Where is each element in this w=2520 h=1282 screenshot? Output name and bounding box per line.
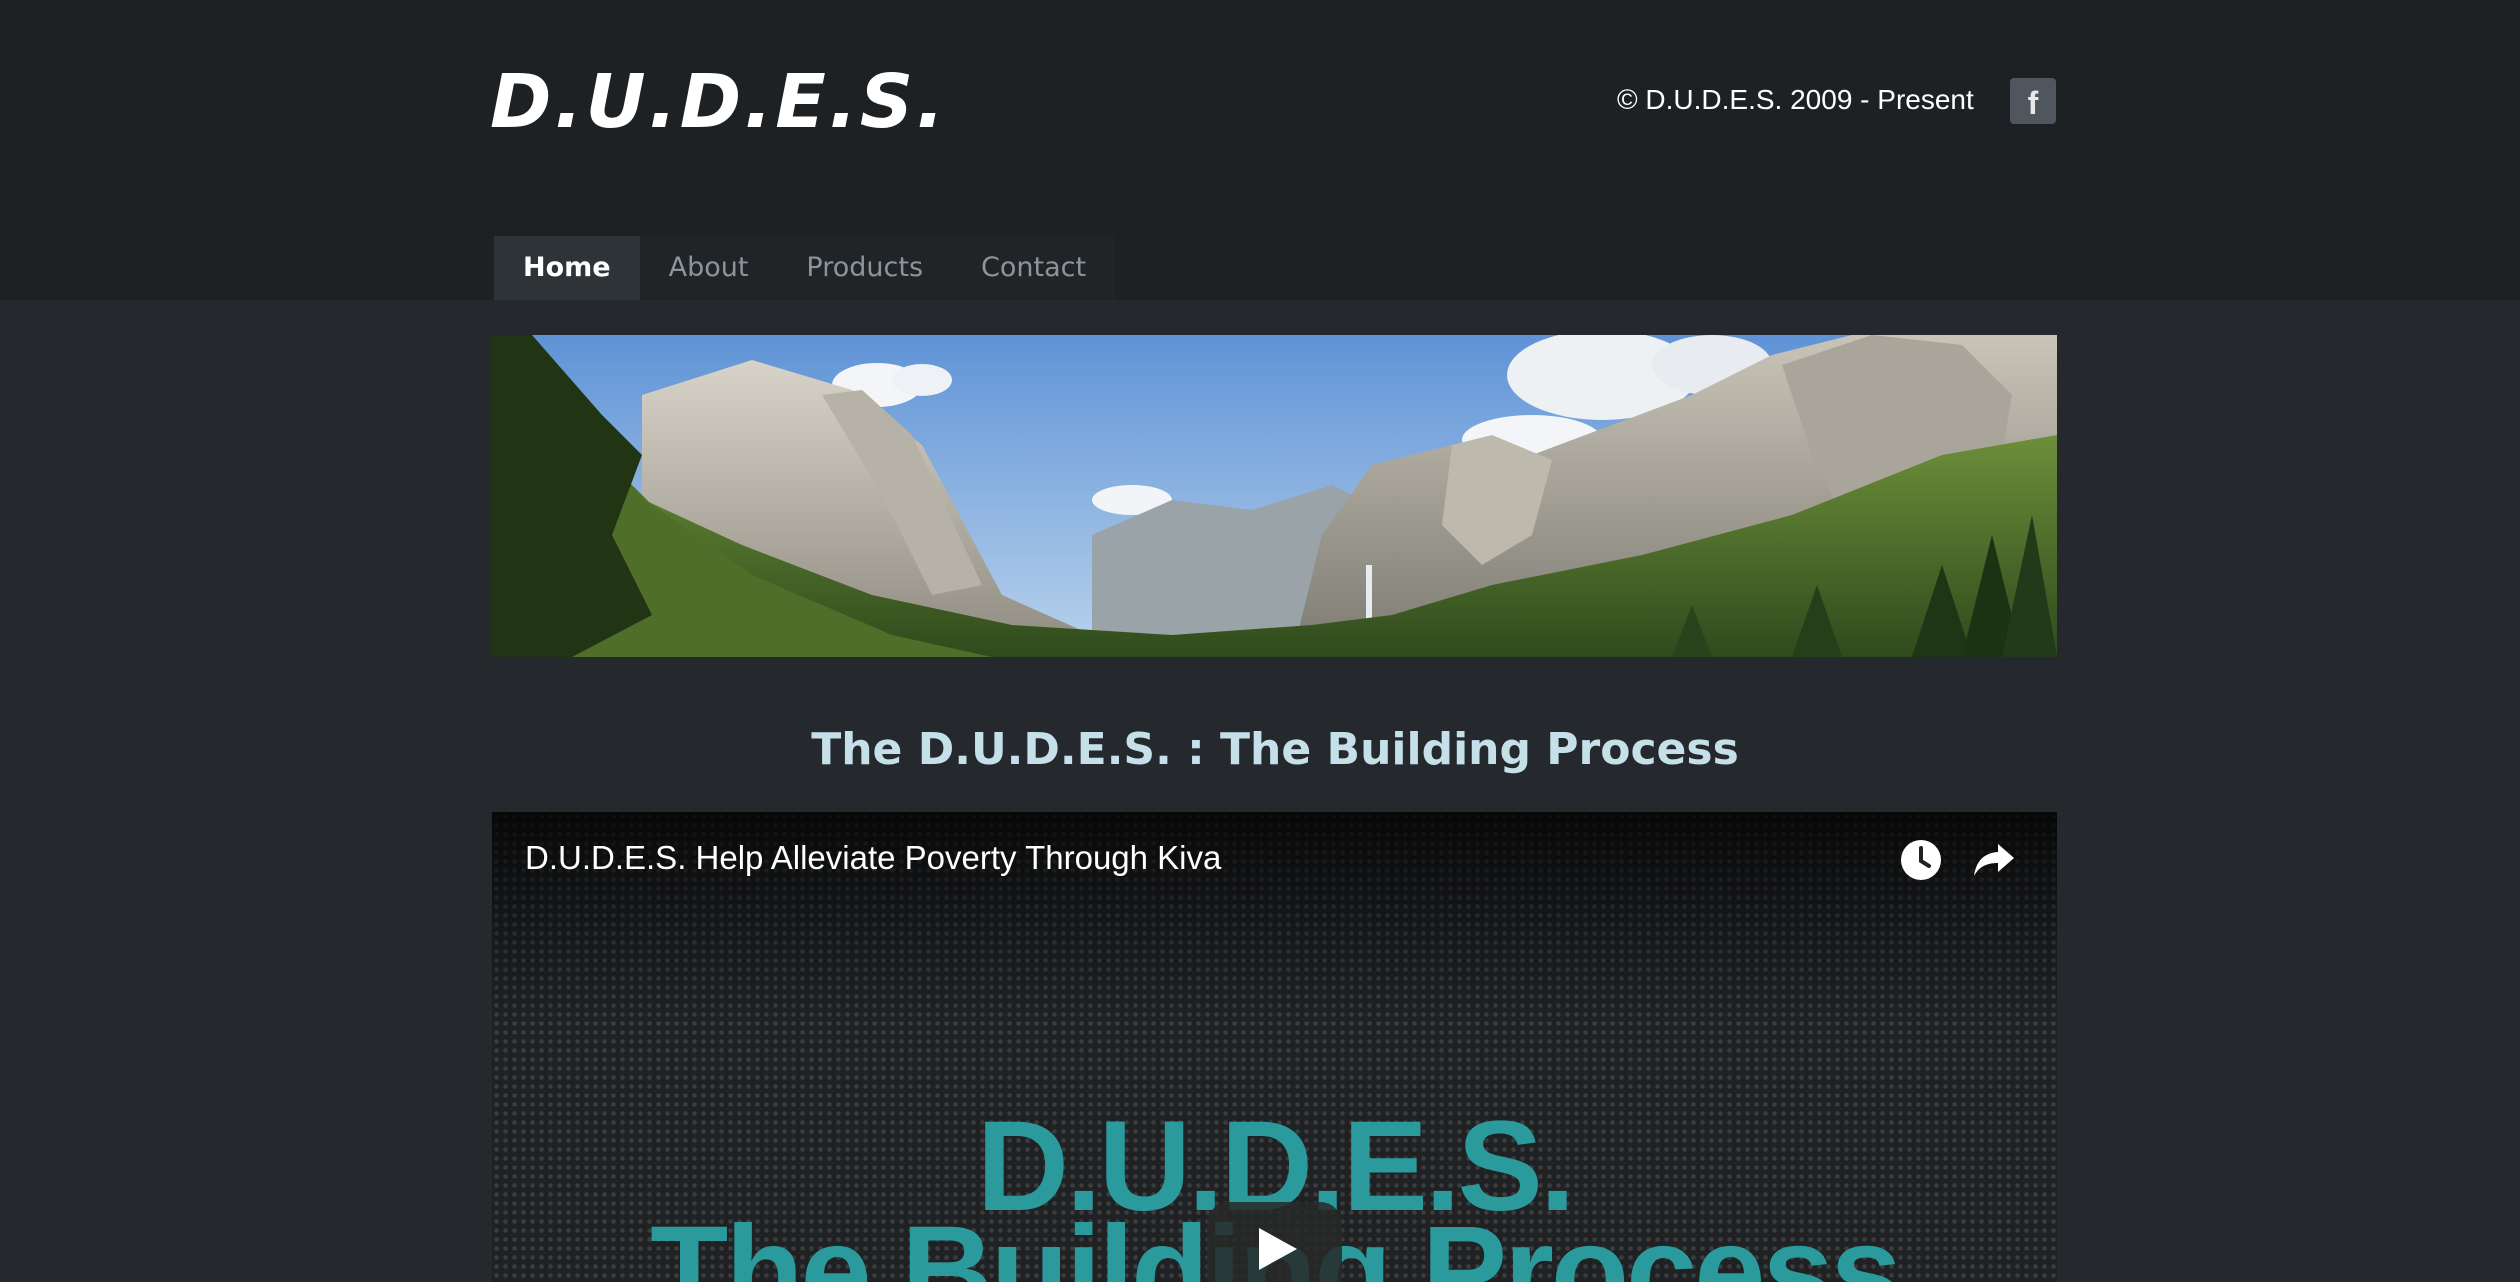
nav-item-about[interactable]: About	[640, 236, 778, 300]
banner-image	[492, 335, 2057, 657]
copyright-text: © D.U.D.E.S. 2009 - Present	[1617, 84, 1974, 115]
facebook-icon[interactable]: f	[2010, 78, 2056, 124]
play-button[interactable]	[1207, 1202, 1342, 1282]
nav-item-contact[interactable]: Contact	[952, 236, 1115, 300]
nav-item-home[interactable]: Home	[494, 236, 640, 300]
nav-item-products[interactable]: Products	[777, 236, 952, 300]
share-icon[interactable]	[1972, 840, 2016, 880]
video-title[interactable]: D.U.D.E.S. Help Alleviate Poverty Throug…	[525, 834, 1221, 882]
site-header: D.U.D.E.S. © D.U.D.E.S. 2009 - Present f…	[0, 0, 2520, 300]
play-icon	[1259, 1228, 1297, 1270]
clock-icon[interactable]	[1900, 839, 1942, 881]
page-title: The D.U.D.E.S. : The Building Process	[811, 724, 1739, 775]
site-logo[interactable]: D.U.D.E.S.	[490, 60, 947, 144]
video-player[interactable]: D.U.D.E.S. The Building Process D.U.D.E.…	[492, 812, 2057, 1282]
main-nav: Home About Products Contact	[494, 236, 1116, 300]
